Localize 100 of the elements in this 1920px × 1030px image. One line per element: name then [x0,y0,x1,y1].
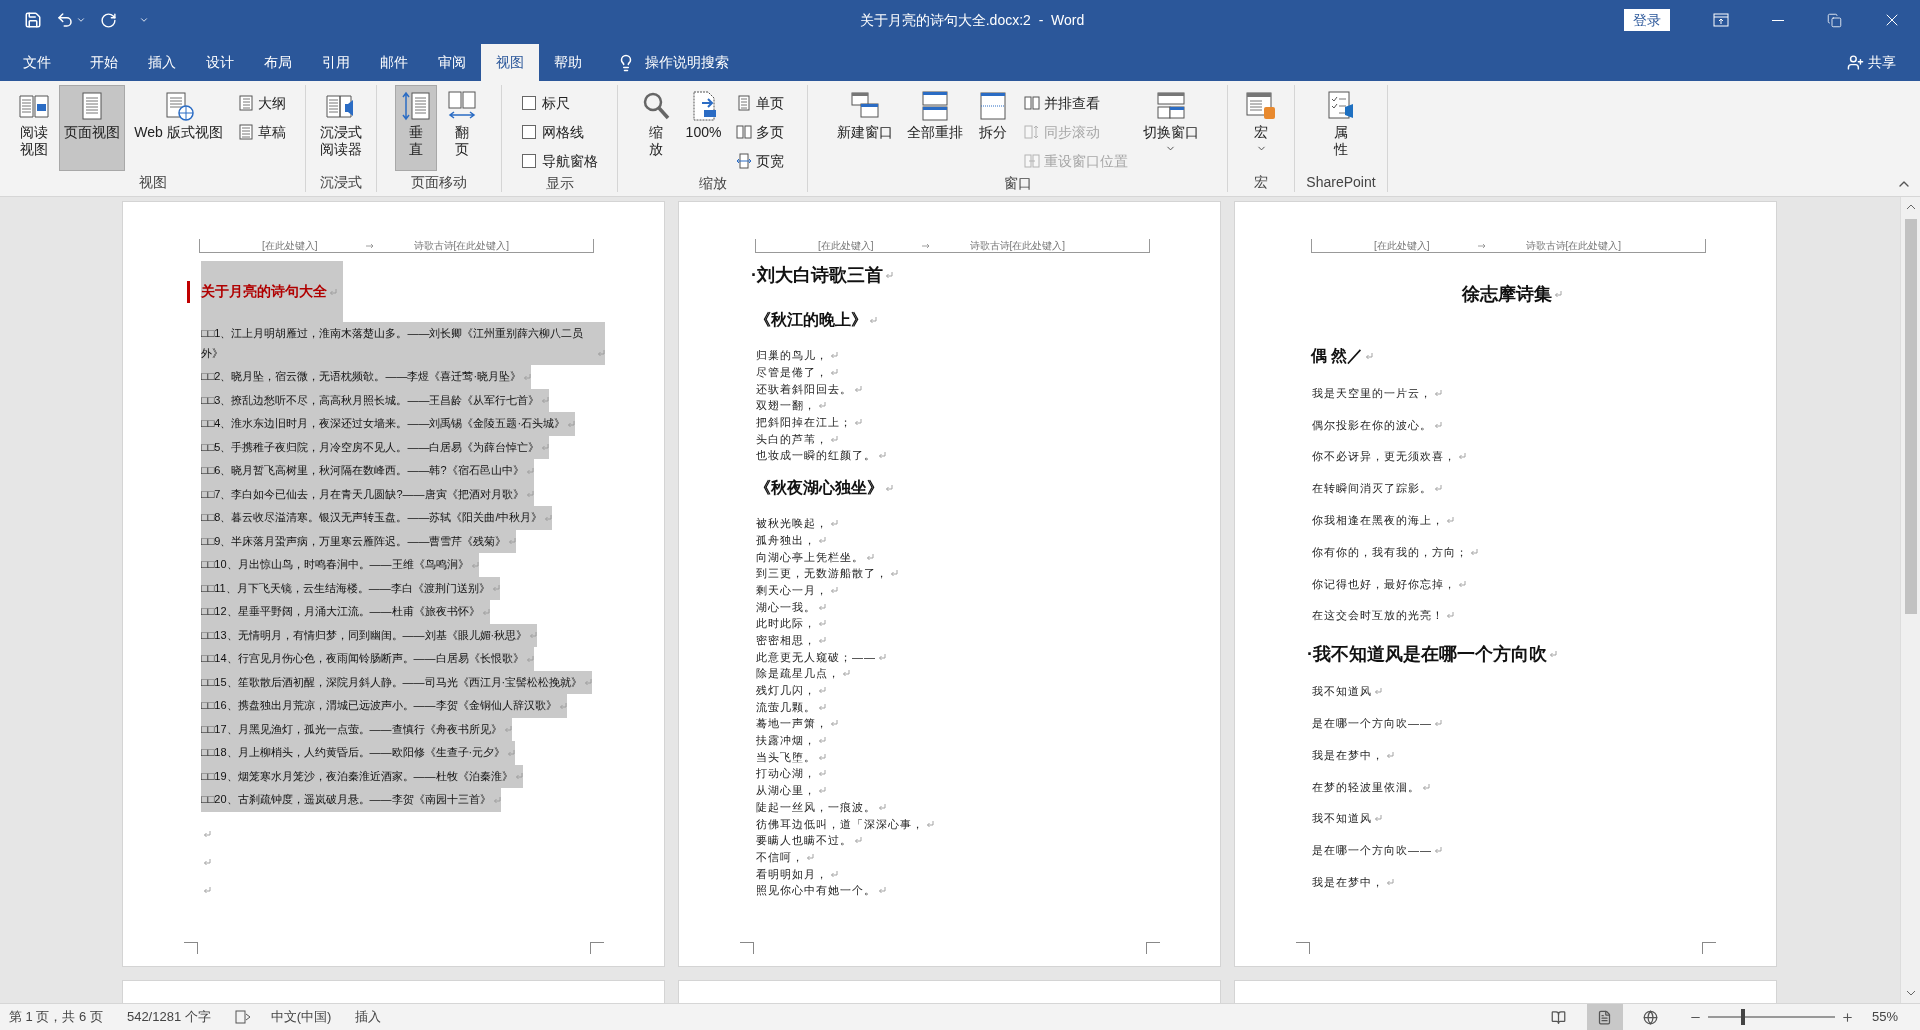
ribbon-button[interactable]: 页面视图 [59,85,126,171]
ribbon-button[interactable]: 阅读视图 [13,85,56,171]
ribbon-button[interactable]: 垂直 [395,85,437,171]
checkbox-option[interactable]: 导航窗格 [521,149,598,173]
paragraph-mark-icon [1434,484,1442,493]
word-count[interactable]: 542/1281 个字 [126,1007,211,1027]
paragraph-mark-icon [885,271,893,279]
paragraph-mark-icon [818,769,826,778]
ribbon-tab[interactable]: 审阅 [423,44,481,81]
ribbon-tab[interactable]: 布局 [249,44,307,81]
ribbon-button[interactable]: 翻页 [441,85,483,171]
heading-bar [187,281,190,303]
ribbon-small-button[interactable]: 多页 [736,120,785,144]
checkbox-option[interactable]: 标尺 [521,91,598,115]
ribbon-button[interactable]: 沉浸式阅读器 [315,85,367,171]
customize-caret-icon[interactable] [139,15,149,25]
view-button[interactable] [1586,1004,1623,1030]
ribbon-button[interactable]: Web 版式视图 [129,85,228,171]
poem-line: 是在哪一个方向吹—— [1312,843,1432,858]
poem-line: □□9、半床落月蛩声病，万里寒云雁阵迟。——曹雪芹《残菊》 [201,533,507,549]
ribbon-small-button[interactable]: 草稿 [237,120,286,144]
language-indicator[interactable]: 中文(中国) [270,1007,332,1027]
scrollbar-thumb[interactable] [1904,219,1917,614]
vertical-scrollbar[interactable] [1900,197,1920,1003]
group-label: 窗口 [1003,173,1032,193]
poem-line: □□18、月上柳梢头，人约黄昏后。——欧阳修《生查子·元夕》 [201,745,506,760]
paragraph-mark-icon [1553,290,1562,298]
ribbon-tab[interactable]: 视图 [481,44,539,81]
header-text: [在此处键入] [818,240,874,252]
save-icon[interactable] [24,11,42,29]
ribbon-button[interactable]: 缩放 [634,85,677,171]
section-heading: 《秋江的晚上》 [755,310,867,330]
paragraph-mark-icon [525,654,534,663]
section-heading: ·我不知道风是在哪一个方向吹 [1307,642,1547,666]
caret-icon[interactable] [76,15,86,25]
ribbon-button[interactable]: 全部重排 [901,85,968,171]
zoom-in-icon[interactable] [1840,1010,1854,1024]
scroll-up-icon[interactable] [1905,203,1916,211]
ribbon-tab[interactable]: 文件 [8,44,66,81]
two-pages-icon [736,124,753,140]
group-label: 缩放 [698,173,727,193]
ribbon-tab[interactable]: 插入 [133,44,191,81]
share-button[interactable]: 共享 [1847,44,1896,81]
poem-line: 从湖心里， [756,783,816,798]
ribbon-button[interactable]: 宏 [1240,85,1282,171]
paragraph-mark-icon [1386,878,1394,887]
read-mode-icon [1551,1009,1567,1025]
sign-in-button[interactable]: 登录 [1624,9,1670,31]
checkbox-option[interactable]: 网格线 [521,120,598,144]
paragraph-mark-icon [203,885,211,894]
paragraph-mark-icon [597,349,605,357]
checkbox[interactable] [521,96,536,110]
paragraph-mark-icon [878,802,886,811]
ribbon-tab[interactable]: 帮助 [539,44,597,81]
ribbon-tab[interactable]: 邮件 [365,44,423,81]
paragraph-mark-icon [854,384,862,393]
poem-line: 你不必讶异，更无须欢喜， [1312,449,1456,464]
ribbon-button[interactable]: 属性 [1320,85,1362,171]
paragraph-mark-icon [1434,420,1442,429]
paragraph-mark-icon [492,795,501,804]
ribbon-button[interactable]: 100% [680,85,727,171]
paragraph-mark-icon [1458,452,1466,461]
insert-mode[interactable]: 插入 [355,1007,382,1027]
ribbon-small-button[interactable]: 单页 [736,91,785,115]
paragraph-mark-icon [854,836,862,845]
poem-line: 残灯几闪， [756,683,816,698]
scroll-down-icon[interactable] [1905,989,1916,997]
ribbon-button[interactable]: 拆分 [971,85,1014,171]
ribbon-small-button[interactable]: 页宽 [736,149,785,173]
section-heading: ·刘大白诗歌三首 [751,263,883,287]
zoom-percentage[interactable]: 55% [1871,1007,1898,1027]
poem-line: 偶尔投影在你的波心。 [1312,417,1432,432]
paragraph-mark-icon [541,396,550,404]
ribbon-small-button[interactable]: 大纲 [237,91,286,115]
paragraph-mark-icon [830,869,838,878]
checkbox[interactable] [521,154,536,168]
paragraph-mark-icon [329,287,337,296]
ribbon-tab[interactable]: 开始 [75,44,133,81]
undo-icon[interactable] [56,11,74,29]
poem-line: 你记得也好，最好你忘掉， [1312,576,1456,591]
poem-line: 在这交会时互放的光亮！ [1312,608,1444,623]
window-title: 关于月亮的诗句大全.docx:2 - Word [859,10,1085,30]
page-count[interactable]: 第 1 页，共 6 页 [9,1007,103,1027]
ribbon-button[interactable]: 切换窗口 [1137,85,1204,171]
checkbox[interactable] [521,125,536,139]
ribbon-tab[interactable]: 引用 [307,44,365,81]
paragraph-mark-icon [1422,782,1430,791]
ribbon-small-button[interactable]: 并排查看 [1023,91,1128,115]
poem-line: 被秋光唤起， [756,516,828,531]
header-text: [在此处键入] [262,240,318,252]
zoom-slider[interactable] [1707,1009,1835,1025]
proofing-icon[interactable] [234,1010,251,1024]
poem-line: 把斜阳掉在江上； [756,415,852,430]
ribbon-tab[interactable]: 设计 [191,44,249,81]
tell-me-field[interactable]: 操作说明搜索 [645,52,729,73]
redo-icon[interactable] [100,11,117,29]
zoom-slider-thumb[interactable] [1741,1009,1745,1025]
poem-line: □□17、月黑见渔灯，孤光一点萤。——查慎行《舟夜书所见》 [201,721,502,737]
tab-mark-icon [365,243,374,249]
ribbon-button[interactable]: 新建窗口 [831,85,898,171]
